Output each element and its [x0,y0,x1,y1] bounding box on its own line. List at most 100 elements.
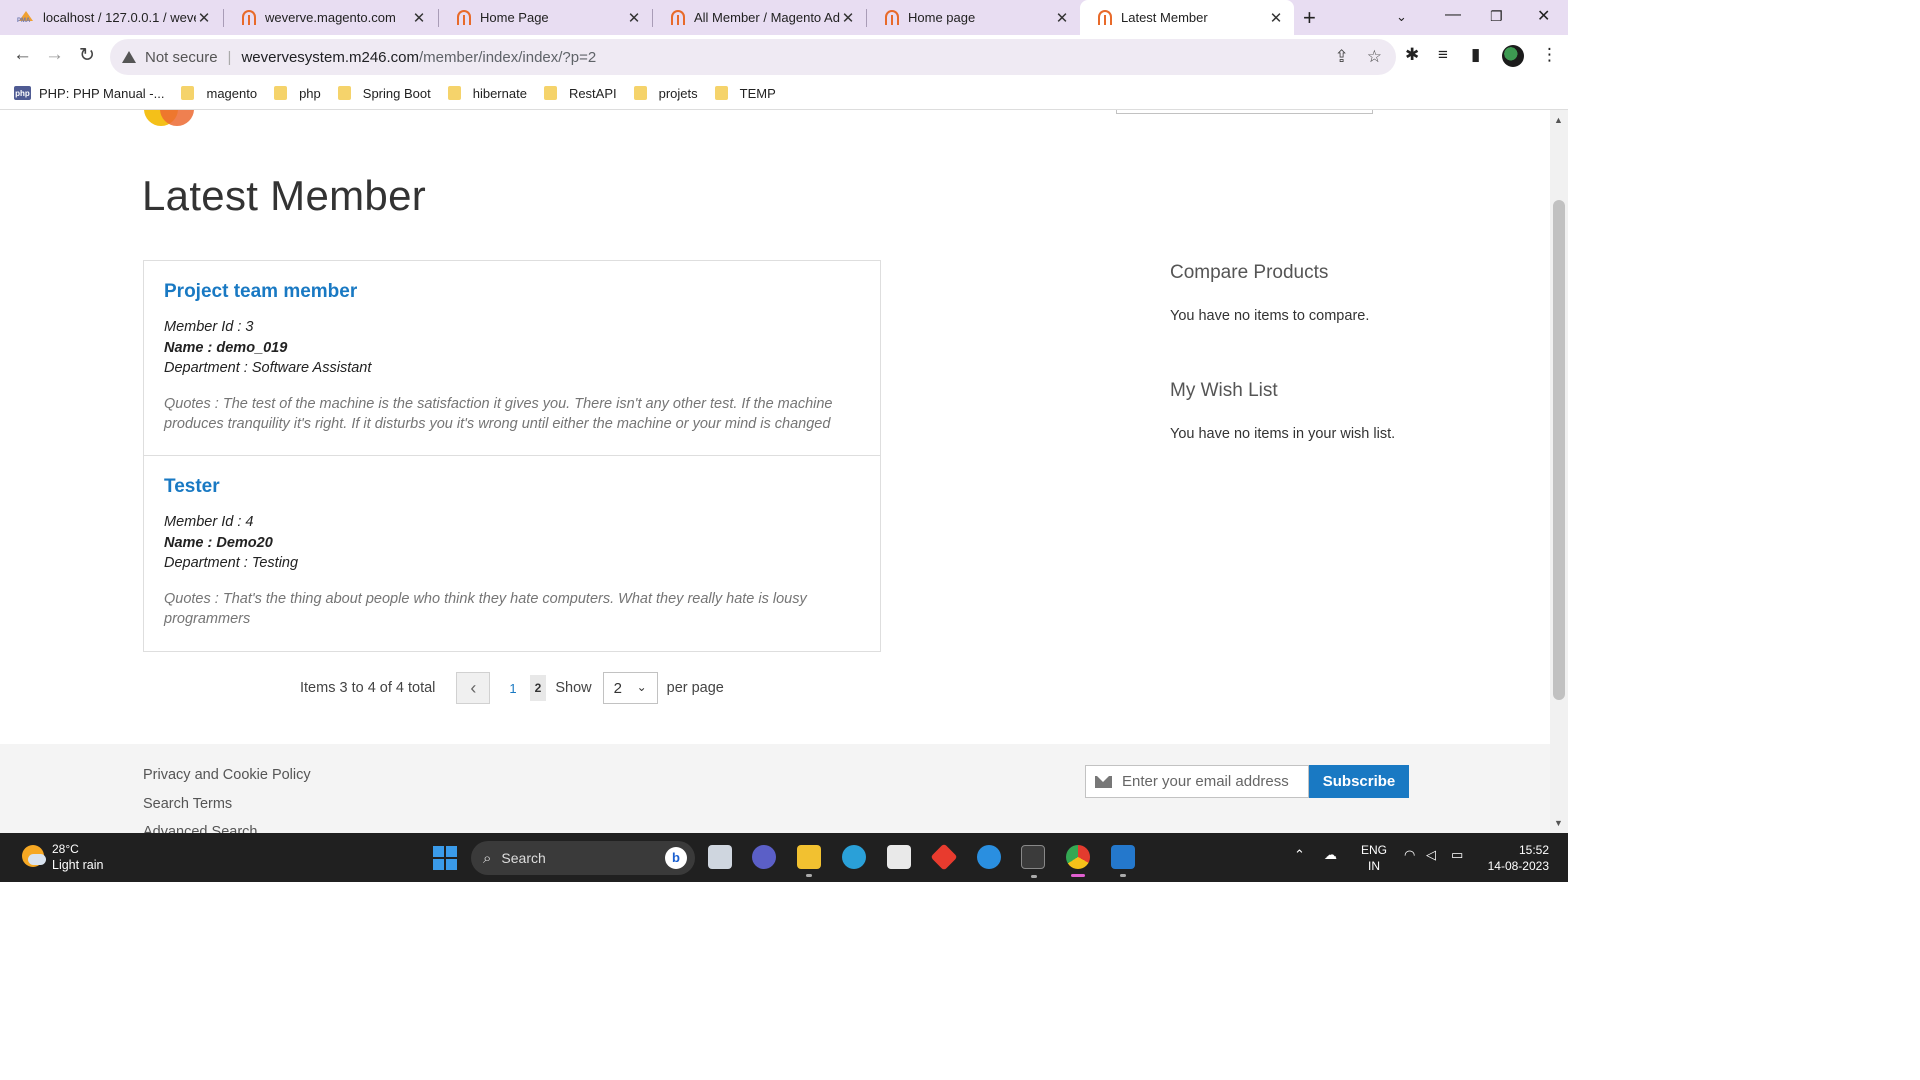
newsletter-email-field[interactable]: Enter your email address [1085,765,1309,798]
back-icon[interactable]: ← [13,44,32,66]
magento-icon [242,10,256,25]
close-icon[interactable]: ✕ [626,9,642,27]
weather-description[interactable]: Light rain [52,858,103,872]
tab-search-chevron-icon[interactable]: ⌄ [1396,9,1407,25]
footer-link-advanced-search[interactable]: Advanced Search [143,824,257,833]
store-logo[interactable] [144,110,194,126]
tab-latest-member[interactable]: Latest Member ✕ [1080,0,1294,35]
extensions-icon[interactable]: ✱ [1405,45,1419,65]
address-bar[interactable]: Not secure | wevervesystem.m246.com /mem… [110,39,1396,75]
tab-title: Home page [908,10,976,25]
taskbar-search[interactable]: ⌕ Search b [471,841,695,875]
battery-icon[interactable]: ▭ [1451,847,1463,863]
side-panel-icon[interactable]: ▮ [1471,45,1480,65]
bookmark-php-manual[interactable]: php PHP: PHP Manual -... [14,86,164,101]
subscribe-button[interactable]: Subscribe [1309,765,1409,798]
wishlist-empty-text: You have no items in your wish list. [1170,426,1396,442]
bookmark-folder-projets[interactable]: projets [633,85,698,101]
folder-icon [274,86,288,100]
close-icon[interactable]: ✕ [411,9,427,27]
weather-icon[interactable] [22,845,46,867]
bookmark-folder-temp[interactable]: TEMP [714,86,776,101]
store-search-input[interactable] [1116,110,1373,114]
language-indicator[interactable]: ENG IN [1361,842,1387,874]
tab-home-page[interactable]: Home Page ✕ [439,0,652,35]
scrollbar-thumb[interactable] [1553,200,1565,700]
page-footer: Privacy and Cookie Policy Search Terms A… [0,744,1550,833]
folder-icon [181,86,195,100]
edge-browser-icon[interactable] [842,845,866,869]
member-card: Project team member Member Id : 3 Name :… [143,260,881,456]
folder-icon [633,86,647,100]
scroll-down-arrow-icon[interactable]: ▼ [1554,818,1563,828]
profile-avatar[interactable] [1502,45,1524,67]
microsoft-store-icon[interactable] [887,845,911,869]
new-tab-icon[interactable]: + [1303,5,1316,31]
footer-link-privacy[interactable]: Privacy and Cookie Policy [143,767,311,783]
close-icon[interactable]: ✕ [1054,9,1070,27]
onedrive-cloud-icon[interactable]: ☁ [1324,847,1337,863]
member-heading[interactable]: Tester [164,476,860,498]
tab-all-member-admin[interactable]: All Member / Magento Admin ✕ [653,0,866,35]
close-icon[interactable]: ✕ [196,9,212,27]
bookmark-label: projets [658,85,698,101]
previous-page-button[interactable]: ‹ [456,672,491,704]
reload-icon[interactable]: ↻ [79,44,95,67]
scroll-up-arrow-icon[interactable]: ▲ [1554,115,1563,125]
bookmark-star-icon[interactable]: ☆ [1367,47,1382,67]
wifi-icon[interactable]: ◠ [1404,847,1415,863]
bookmark-folder-restapi[interactable]: RestAPI [543,86,617,101]
bookmarks-bar: php PHP: PHP Manual -... magento php Spr… [0,77,1568,110]
tab-weverve-magento[interactable]: weverve.magento.com ✕ [224,0,437,35]
folder-icon [543,86,557,100]
bing-icon[interactable]: b [665,847,687,869]
media-control-icon[interactable]: ≡ [1438,45,1448,65]
per-page-label: per page [666,680,724,696]
language-region: IN [1368,859,1380,873]
task-view-icon[interactable] [708,845,732,869]
bookmark-label: magento [206,85,258,101]
member-quote: Quotes : That's the thing about people w… [164,590,807,628]
bookmark-folder-php[interactable]: php [274,86,321,101]
bookmark-folder-spring-boot[interactable]: Spring Boot [337,86,431,101]
git-app-icon[interactable] [930,843,958,871]
terminal-icon[interactable] [1021,845,1045,878]
help-app-icon[interactable] [977,845,1001,869]
volume-icon[interactable]: ◁ [1426,847,1436,863]
tab-phpmyadmin[interactable]: localhost / 127.0.0.1 / weverve ✕ [0,0,222,35]
share-icon[interactable]: ⇪ [1335,47,1349,67]
system-clock[interactable]: 15:52 14-08-2023 [1485,842,1549,874]
window-close-icon[interactable]: ✕ [1537,6,1550,26]
teams-chat-icon[interactable] [752,845,776,869]
browser-toolbar: ← → ↻ Not secure | wevervesystem.m246.co… [0,35,1568,77]
limiter-label: Show [555,680,592,696]
forward-icon[interactable]: → [45,44,64,66]
member-department: Department : Testing [164,555,299,571]
footer-link-search-terms[interactable]: Search Terms [143,796,232,812]
restore-icon[interactable]: ❐ [1490,8,1503,25]
member-heading[interactable]: Project team member [164,281,860,303]
per-page-select[interactable]: 2 ⌄ [602,672,658,704]
newsletter-placeholder: Enter your email address [1122,773,1289,790]
chrome-icon[interactable] [1066,845,1090,877]
weather-temperature[interactable]: 28°C [52,842,79,856]
menu-kebab-icon[interactable]: ⋮ [1541,45,1558,65]
page-link-1[interactable]: 1 [509,681,516,696]
compare-title: Compare Products [1170,262,1329,283]
file-explorer-icon[interactable] [797,845,821,877]
taskbar-search-label: Search [501,850,546,866]
chevron-up-icon[interactable]: ⌃ [1294,847,1305,863]
folder-icon [337,86,351,100]
bookmark-folder-magento[interactable]: magento [181,86,257,101]
tab-home-page-2[interactable]: Home page ✕ [867,0,1080,35]
vscode-icon[interactable] [1111,845,1135,877]
bookmark-folder-hibernate[interactable]: hibernate [447,86,527,101]
minimize-icon[interactable]: — [1445,6,1461,24]
page-scrollbar[interactable]: ▲ ▼ [1550,110,1568,833]
tab-title: Home Page [480,10,549,25]
close-icon[interactable]: ✕ [840,9,856,27]
start-button-icon[interactable] [433,846,457,870]
close-icon[interactable]: ✕ [1268,9,1284,27]
member-id: Member Id : 3 [164,319,254,335]
wishlist-title: My Wish List [1170,380,1278,401]
